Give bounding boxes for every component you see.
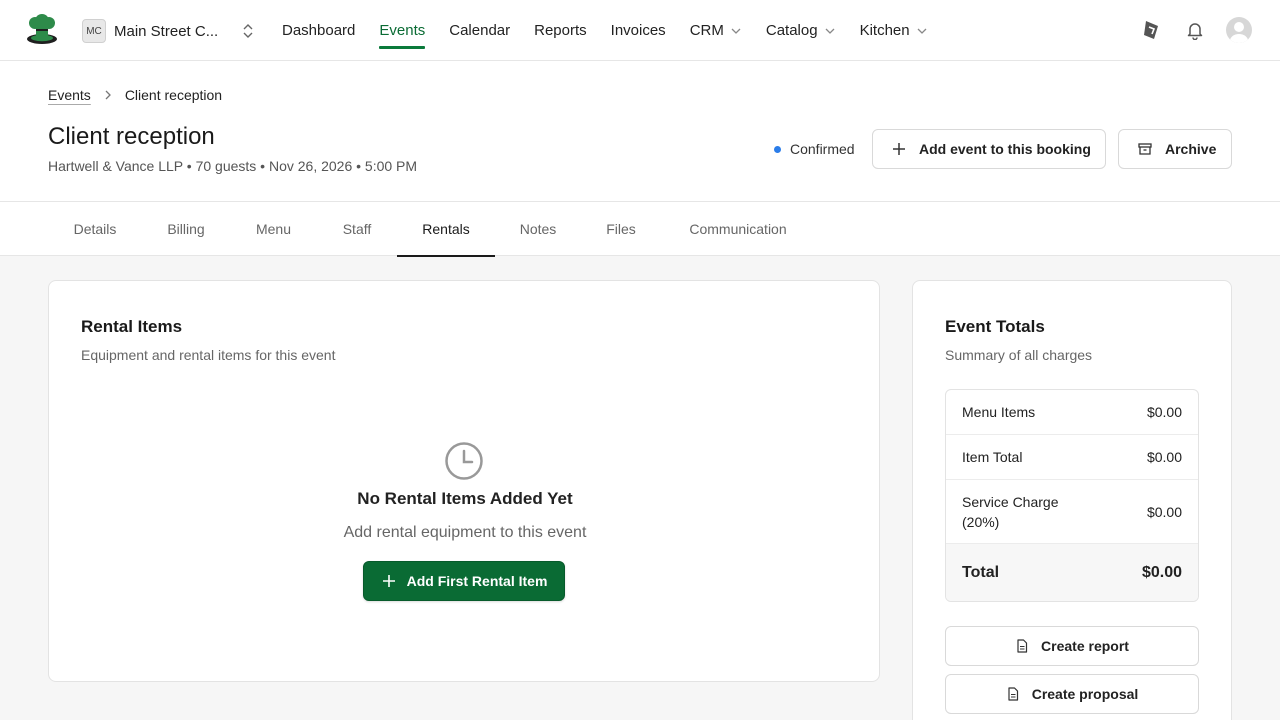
tab-label: Billing xyxy=(167,221,205,237)
tab-label: Notes xyxy=(519,221,557,237)
chevron-right-icon xyxy=(105,90,111,100)
event-totals-card: Event Totals Summary of all charges Menu… xyxy=(912,280,1232,720)
bell-icon[interactable] xyxy=(1182,17,1208,43)
breadcrumb: Events Client reception xyxy=(48,87,222,103)
nav-label: Calendar xyxy=(449,22,511,39)
plus-icon xyxy=(382,575,395,587)
card-title: Rental Items xyxy=(81,317,183,336)
chevron-down-icon xyxy=(825,28,835,34)
document-icon xyxy=(1008,687,1018,701)
nav-label: Catalog xyxy=(765,22,818,39)
create-proposal-button[interactable]: Create proposal xyxy=(945,674,1199,714)
avatar xyxy=(1226,17,1252,43)
org-name: Main Street C... xyxy=(114,22,219,40)
button-label: Create report xyxy=(1041,638,1129,654)
empty-state-subtitle: Add rental equipment to this event xyxy=(343,524,587,541)
nav-label: Events xyxy=(379,22,426,39)
card-subtitle: Equipment and rental items for this even… xyxy=(81,347,336,363)
totals-row-item-total: Item Total $0.00 xyxy=(946,435,1198,480)
row-value: $0.00 xyxy=(1146,404,1182,420)
archive-icon xyxy=(1138,143,1152,155)
tab-label: Files xyxy=(606,221,636,237)
top-navigation-bar: MC Main Street C... Dashboard Events Cal… xyxy=(0,0,1280,61)
nav-dashboard[interactable]: Dashboard xyxy=(282,0,355,61)
nav-label: CRM xyxy=(689,22,724,39)
button-label: Archive xyxy=(1165,141,1217,157)
status-dot xyxy=(774,145,781,153)
add-event-to-booking-button[interactable]: Add event to this booking xyxy=(872,129,1106,169)
empty-state-title: No Rental Items Added Yet xyxy=(357,489,573,508)
create-report-button[interactable]: Create report xyxy=(945,626,1199,666)
tab-files[interactable]: Files xyxy=(581,202,661,256)
nav-invoices[interactable]: Invoices xyxy=(611,0,666,61)
card-title: Event Totals xyxy=(945,317,1045,336)
row-value: $0.00 xyxy=(1146,449,1182,465)
nav-crm[interactable]: CRM xyxy=(690,0,742,61)
chevron-up-down-icon[interactable] xyxy=(240,22,256,40)
chevron-down-icon xyxy=(917,28,927,34)
row-label: Item Total xyxy=(962,449,1023,465)
tab-menu[interactable]: Menu xyxy=(230,202,317,256)
total-value: $0.00 xyxy=(1141,563,1182,581)
tab-staff[interactable]: Staff xyxy=(317,202,397,256)
status-badge: Confirmed xyxy=(774,141,855,157)
add-first-rental-item-button[interactable]: Add First Rental Item xyxy=(363,561,565,601)
chevron-down-icon xyxy=(731,28,741,34)
button-label: Add First Rental Item xyxy=(406,573,548,589)
tab-label: Details xyxy=(73,221,117,237)
tab-label: Menu xyxy=(255,221,292,237)
page-title: Client reception xyxy=(48,123,215,150)
nav-reports[interactable]: Reports xyxy=(534,0,587,61)
nav-calendar[interactable]: Calendar xyxy=(449,0,510,61)
button-label: Create proposal xyxy=(1031,686,1139,702)
row-label: Menu Items xyxy=(962,404,1036,420)
event-tabs: Details Billing Menu Staff Rentals Notes… xyxy=(0,202,1280,257)
archive-button[interactable]: Archive xyxy=(1118,129,1232,169)
plus-icon xyxy=(893,143,905,155)
row-value: $0.00 xyxy=(1146,503,1182,520)
org-avatar: MC xyxy=(82,19,106,43)
totals-row-total: Total $0.00 xyxy=(946,544,1198,601)
total-label: Total xyxy=(962,563,1000,581)
tab-label: Communication xyxy=(689,221,787,237)
button-label: Add event to this booking xyxy=(919,141,1091,157)
breadcrumb-current: Client reception xyxy=(124,87,223,103)
organization-switcher[interactable]: MC Main Street C... xyxy=(82,19,224,43)
nav-events[interactable]: Events xyxy=(379,0,425,61)
nav-kitchen[interactable]: Kitchen xyxy=(860,0,928,61)
tab-label: Staff xyxy=(342,221,372,237)
tab-communication[interactable]: Communication xyxy=(661,202,815,256)
row-label: Service Charge (20%) xyxy=(962,493,1059,530)
tab-rentals[interactable]: Rentals xyxy=(397,202,495,257)
user-avatar[interactable] xyxy=(1226,17,1252,43)
totals-table: Menu Items $0.00 Item Total $0.00 Servic… xyxy=(945,389,1199,602)
tab-label: Rentals xyxy=(422,221,470,237)
tab-notes[interactable]: Notes xyxy=(495,202,581,256)
tab-details[interactable]: Details xyxy=(48,202,142,256)
nav-label: Reports xyxy=(534,22,587,39)
nav-catalog[interactable]: Catalog xyxy=(766,0,836,61)
announcement-icon[interactable] xyxy=(1138,17,1164,43)
nav-label: Invoices xyxy=(610,22,666,39)
nav-label: Kitchen xyxy=(859,22,910,39)
clock-icon xyxy=(445,442,483,480)
nav-label: Dashboard xyxy=(282,22,356,39)
rental-items-card: Rental Items Equipment and rental items … xyxy=(48,280,880,682)
card-subtitle: Summary of all charges xyxy=(945,347,1093,363)
event-header: Events Client reception Client reception… xyxy=(0,61,1280,202)
status-label: Confirmed xyxy=(790,141,855,157)
tab-billing[interactable]: Billing xyxy=(142,202,230,256)
breadcrumb-events-link[interactable]: Events xyxy=(48,87,91,103)
main-nav: Dashboard Events Calendar Reports Invoic… xyxy=(282,0,952,61)
event-subtitle: Hartwell & Vance LLP • 70 guests • Nov 2… xyxy=(48,158,418,174)
document-icon xyxy=(1017,639,1028,653)
totals-row-menu-items: Menu Items $0.00 xyxy=(946,390,1198,435)
chef-hat-logo-icon[interactable] xyxy=(24,14,60,46)
totals-row-service-charge: Service Charge (20%) $0.00 xyxy=(946,480,1198,544)
